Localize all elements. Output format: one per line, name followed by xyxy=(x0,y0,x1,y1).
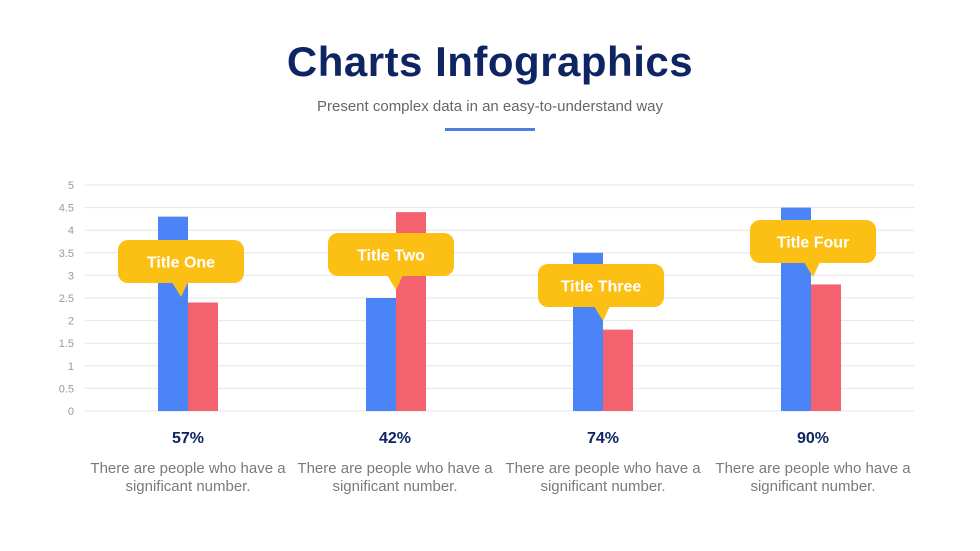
callout-label: Title Four xyxy=(777,235,850,252)
callout-1: Title One xyxy=(118,240,244,297)
y-tick-label: 0 xyxy=(68,406,74,418)
callout-3: Title Three xyxy=(538,264,664,321)
bar-red-1 xyxy=(188,302,218,411)
stat-percent-4: 90% xyxy=(796,430,830,447)
y-tick-label: 3.5 xyxy=(59,248,74,260)
chart-bars xyxy=(158,207,841,411)
callout-4: Title Four xyxy=(750,220,876,277)
callout-label: Title One xyxy=(147,255,215,272)
stat-percent-2: 42% xyxy=(378,430,412,447)
y-axis-ticks: 0 0.5 1 1.5 2 2.5 3 3.5 4 4.5 5 xyxy=(59,180,74,418)
stat-description-2: There are people who have a significant … xyxy=(297,460,493,495)
stat-description-1: There are people who have a significant … xyxy=(90,460,286,495)
callout-2: Title Two xyxy=(328,233,454,290)
stat-percent-1: 57% xyxy=(171,430,205,447)
bar-red-3 xyxy=(603,329,633,411)
y-tick-label: 2.5 xyxy=(59,293,74,305)
bar-blue-2 xyxy=(366,298,396,411)
y-tick-label: 2 xyxy=(68,316,74,328)
y-tick-label: 0.5 xyxy=(59,383,74,395)
stat-description-3: There are people who have a significant … xyxy=(505,460,701,495)
bar-red-4 xyxy=(811,284,841,411)
y-tick-label: 4.5 xyxy=(59,203,74,215)
callout-label: Title Three xyxy=(561,279,642,296)
y-tick-label: 5 xyxy=(68,180,74,192)
y-tick-label: 3 xyxy=(68,270,74,282)
y-tick-label: 1.5 xyxy=(59,338,74,350)
y-tick-label: 1 xyxy=(68,361,74,373)
stat-percent-3: 74% xyxy=(586,430,620,447)
y-tick-label: 4 xyxy=(68,225,74,237)
stat-description-4: There are people who have a significant … xyxy=(715,460,911,495)
chart-callouts: Title One Title Two Title Three Title Four xyxy=(118,220,876,321)
callout-label: Title Two xyxy=(357,248,425,265)
